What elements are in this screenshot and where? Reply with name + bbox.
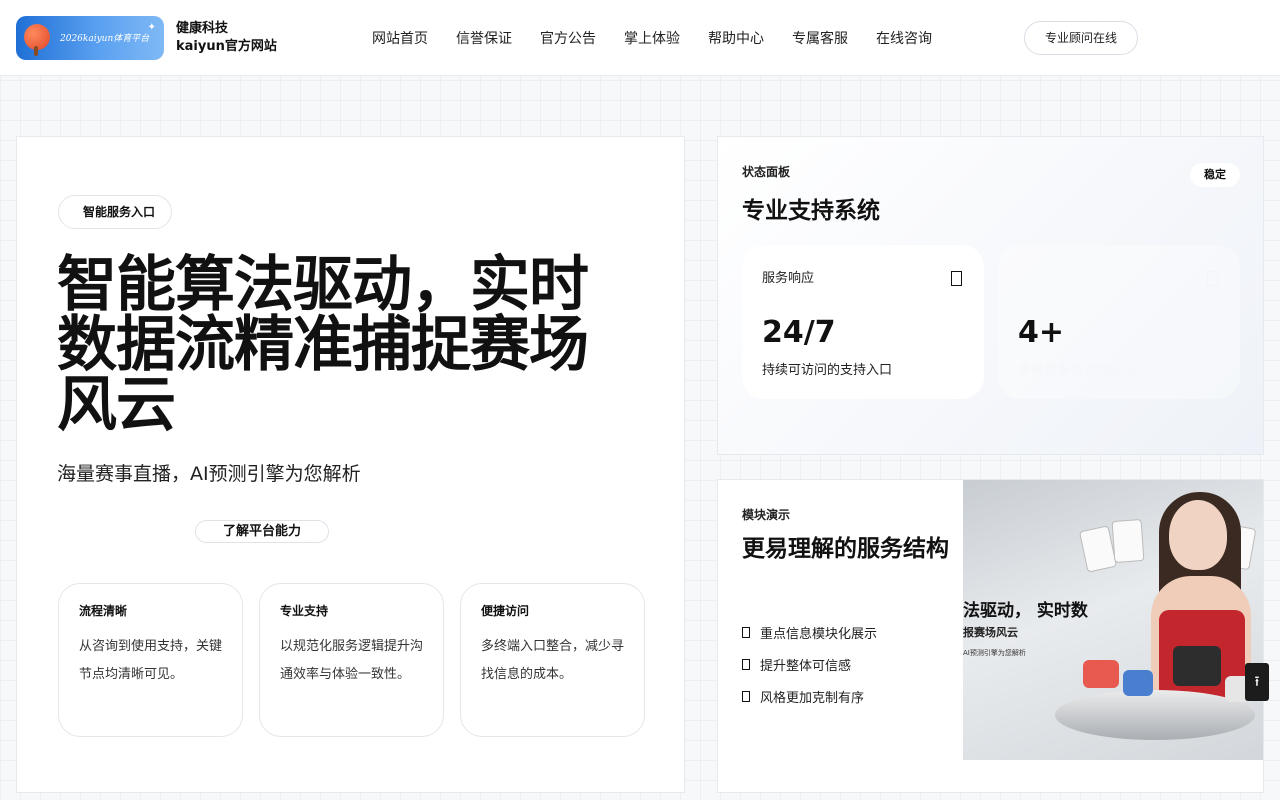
stat-value: 24/7 — [762, 315, 836, 350]
brand-line-1: 健康科技 — [176, 21, 229, 36]
status-panel: 状态面板 专业支持系统 稳定 服务响应 24/7 持续可访问的支持入口 4+ 多… — [717, 136, 1264, 455]
bullet-icon — [742, 626, 750, 638]
status-kicker: 状态面板 — [742, 165, 791, 179]
model-face — [1169, 500, 1227, 570]
contact-link[interactable]: 立即咨询 — [1172, 29, 1224, 48]
list-item-text: 重点信息模块化展示 — [760, 626, 878, 642]
module-kicker: 模块演示 — [742, 508, 791, 522]
site-header: 2026kaiyun体育平台 ✦ 健康科技 kaiyun官方网站 网站首页 信誉… — [0, 0, 1280, 76]
promo-image: 法驱动， 实时数 报赛场风云 AI预测引擎为您解析 — [963, 480, 1263, 760]
brand-name: 健康科技 kaiyun官方网站 — [176, 20, 277, 56]
clipboard-icon — [1207, 271, 1218, 286]
consult-button[interactable]: 专业顾问在线 — [1024, 21, 1138, 55]
feature-title: 专业支持 — [280, 604, 329, 618]
paddle-handle-icon — [34, 46, 38, 56]
module-title: 更易理解的服务结构 — [742, 536, 949, 562]
promo-headline: 法驱动， 实时数 — [963, 601, 1088, 621]
nav-item-announcements[interactable]: 官方公告 — [526, 28, 610, 48]
hero-tag: 智能服务入口 — [58, 195, 173, 229]
bullet-icon — [742, 658, 750, 670]
game-chip-icon — [1123, 670, 1153, 696]
promo-caption: AI预测引擎为您解析 — [963, 649, 1026, 657]
logo-text: 2026kaiyun体育平台 — [60, 34, 150, 44]
stat-value: 4+ — [1018, 315, 1065, 350]
tile-stack-icon — [1173, 646, 1221, 686]
nav-item-consult[interactable]: 在线咨询 — [862, 28, 946, 48]
learn-more-button[interactable]: 了解平台能力 — [195, 520, 329, 543]
status-badge: 稳定 — [1190, 163, 1240, 187]
list-item-text: 风格更加克制有序 — [760, 690, 865, 706]
nav-item-mobile[interactable]: 掌上体验 — [610, 28, 694, 48]
list-item-text: 提升整体可信感 — [760, 658, 852, 674]
feature-card: 专业支持 以规范化服务逻辑提升沟通效率与体验一致性。 — [259, 583, 444, 737]
feature-card: 流程清晰 从咨询到使用支持，关键节点均清晰可见。 — [58, 583, 243, 737]
stat-desc: 持续可访问的支持入口 — [762, 363, 893, 378]
bullet-icon — [742, 690, 750, 702]
stat-card: 服务响应 24/7 持续可访问的支持入口 — [742, 245, 984, 399]
feature-desc: 以规范化服务逻辑提升沟通效率与体验一致性。 — [280, 639, 424, 682]
stat-desc: 多维度服务流程说明 — [1018, 363, 1136, 378]
feature-desc: 多终端入口整合，减少寻找信息的成本。 — [481, 639, 625, 682]
promo-subline: 报赛场风云 — [963, 626, 1018, 639]
nav-item-service[interactable]: 专属客服 — [778, 28, 862, 48]
playing-card-icon — [1111, 519, 1145, 563]
stat-label: 服务响应 — [762, 271, 815, 286]
nav-item-reputation[interactable]: 信誉保证 — [442, 28, 526, 48]
feature-card: 便捷访问 多终端入口整合，减少寻找信息的成本。 — [460, 583, 645, 737]
feature-title: 便捷访问 — [481, 604, 530, 618]
sparkle-icon: ✦ — [147, 22, 156, 33]
back-to-top-button[interactable]: ⭱ — [1245, 663, 1269, 701]
main-nav: 网站首页 信誉保证 官方公告 掌上体验 帮助中心 专属客服 在线咨询 — [358, 28, 946, 48]
site-logo[interactable]: 2026kaiyun体育平台 ✦ — [16, 16, 164, 60]
hero-title: 智能算法驱动，实时数据流精准捕捉赛场风云 — [57, 250, 589, 440]
module-panel: 模块演示 更易理解的服务结构 重点信息模块化展示 提升整体可信感 风格更加克制有… — [717, 479, 1264, 793]
feature-desc: 从咨询到使用支持，关键节点均清晰可见。 — [79, 639, 223, 682]
status-title: 专业支持系统 — [742, 198, 880, 224]
list-item: 风格更加克制有序 — [742, 680, 877, 712]
hero-panel: 智能服务入口 智能算法驱动，实时数据流精准捕捉赛场风云 海量赛事直播，AI预测引… — [16, 136, 685, 793]
stat-card: 4+ 多维度服务流程说明 — [998, 245, 1240, 399]
game-chip-icon — [1083, 660, 1119, 688]
module-list: 重点信息模块化展示 提升整体可信感 风格更加克制有序 — [742, 616, 877, 712]
clipboard-icon — [951, 271, 962, 286]
nav-item-home[interactable]: 网站首页 — [358, 28, 442, 48]
list-item: 重点信息模块化展示 — [742, 616, 877, 648]
hero-subtitle: 海量赛事直播，AI预测引擎为您解析 — [57, 463, 361, 485]
feature-title: 流程清晰 — [79, 604, 128, 618]
playing-card-icon — [1078, 525, 1118, 573]
list-item: 提升整体可信感 — [742, 648, 877, 680]
brand-line-2: kaiyun官方网站 — [176, 39, 277, 54]
nav-item-help[interactable]: 帮助中心 — [694, 28, 778, 48]
